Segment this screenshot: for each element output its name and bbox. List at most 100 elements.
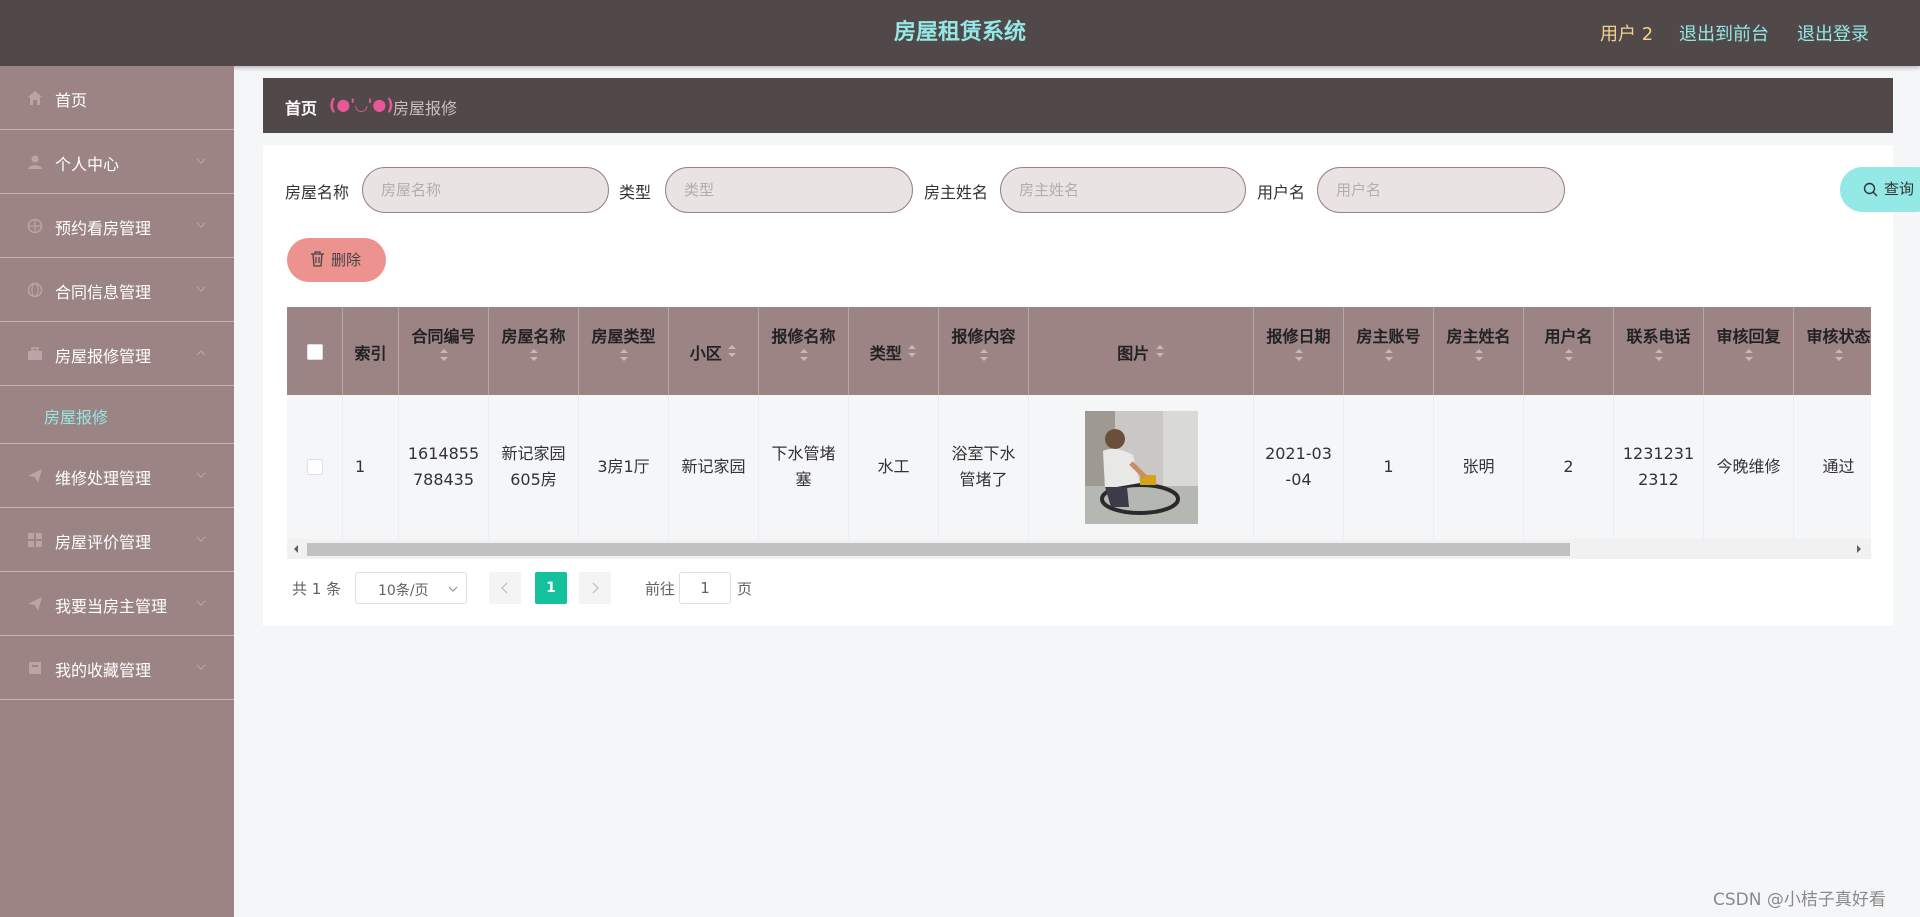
sort-icon[interactable] [529,347,539,363]
breadcrumb-separator: (●'◡'●) [329,95,394,114]
sort-icon[interactable] [979,347,989,363]
goto-label: 前往 [645,580,676,598]
cell-house-type: 3房1厅 [579,395,669,539]
sidebar-item-home[interactable]: 首页 [0,66,234,130]
row-checkbox[interactable] [306,459,323,475]
page-number-1[interactable]: 1 [535,572,567,604]
sort-icon[interactable] [1564,347,1574,363]
sidebar-item-label: 预约看房管理 [55,219,152,238]
horizontal-scrollbar[interactable] [287,539,1871,559]
home-icon [28,91,42,105]
sidebar-subitem-house-repair[interactable]: 房屋报修 [0,386,234,444]
column-header-review-reply[interactable]: 审核回复 [1704,307,1794,395]
sort-icon[interactable] [907,343,917,359]
sidebar-item-viewing-appointments[interactable]: 预约看房管理 [0,194,234,258]
sidebar-item-repair-management[interactable]: 房屋报修管理 [0,322,234,386]
sidebar-item-favorites[interactable]: 我的收藏管理 [0,636,234,700]
table-row[interactable]: 1 1614855 788435 新记家园 605房 3房1厅 新记家园 下水管… [287,395,1871,539]
filter-label-username: 用户名 [1257,183,1306,202]
sidebar-item-label: 我要当房主管理 [55,597,168,616]
column-header-repair-name[interactable]: 报修名称 [759,307,849,395]
cell-index: 1 [343,395,399,539]
select-all-checkbox[interactable] [306,344,323,360]
breadcrumb: 首页 (●'◡'●) 房屋报修 [263,78,1893,133]
select-all-cell [287,307,343,395]
breadcrumb-current: 房屋报修 [393,99,458,118]
cell-repair-name: 下水管堵 塞 [759,395,849,539]
repair-table: 索引 合同编号 房屋名称 房屋类型 小区 报修名称 类型 报修内容 图片 报修日… [287,307,1871,559]
sort-icon[interactable] [1294,347,1304,363]
sort-icon[interactable] [727,343,737,359]
repair-photo[interactable] [1084,410,1198,524]
sort-icon[interactable] [799,347,809,363]
send-icon [28,597,42,611]
sort-icon[interactable] [1834,347,1844,363]
sidebar-item-become-landlord[interactable]: 我要当房主管理 [0,572,234,636]
chevron-left-icon [501,582,508,594]
sidebar-subitem-label: 房屋报修 [44,408,109,427]
username-input[interactable]: 用户名 [1317,167,1565,213]
house-name-input[interactable]: 房屋名称 [362,167,609,213]
column-header-owner-name[interactable]: 房主姓名 [1434,307,1524,395]
briefcase-icon [28,347,42,360]
scrollbar-thumb[interactable] [307,543,1570,556]
type-input[interactable]: 类型 [665,167,913,213]
query-button[interactable]: 查询 [1840,167,1920,212]
column-header-repair-date[interactable]: 报修日期 [1254,307,1344,395]
delete-button[interactable]: 删除 [287,238,386,282]
column-header-house-name[interactable]: 房屋名称 [489,307,579,395]
filter-label-house-name: 房屋名称 [285,183,350,202]
sidebar-item-label: 首页 [55,91,88,110]
column-header-contract-no[interactable]: 合同编号 [399,307,489,395]
sidebar-item-contracts[interactable]: 合同信息管理 [0,258,234,322]
sort-icon[interactable] [1654,347,1664,363]
user-icon [28,155,42,169]
globe-icon [27,282,43,298]
column-header-phone[interactable]: 联系电话 [1614,307,1704,395]
sidebar-item-reviews[interactable]: 房屋评价管理 [0,508,234,572]
column-header-username[interactable]: 用户名 [1524,307,1614,395]
column-header-repair-content[interactable]: 报修内容 [939,307,1029,395]
goto-page-input[interactable]: 1 [679,572,731,604]
chevron-up-icon [196,350,206,356]
cell-type: 水工 [849,395,939,539]
cell-repair-date: 2021-03 -04 [1254,395,1344,539]
cell-phone: 1231231 2312 [1614,395,1704,539]
box-icon [29,662,41,674]
csdn-watermark: CSDN @小桔子真好看 [1713,890,1886,910]
sort-icon[interactable] [1474,347,1484,363]
column-header-index[interactable]: 索引 [343,307,399,395]
sidebar-item-maintenance[interactable]: 维修处理管理 [0,444,234,508]
delete-button-label: 删除 [331,251,362,269]
sidebar-item-label: 个人中心 [55,155,120,174]
column-header-image[interactable]: 图片 [1029,307,1254,395]
table-header: 索引 合同编号 房屋名称 房屋类型 小区 报修名称 类型 报修内容 图片 报修日… [287,307,1871,395]
sort-icon[interactable] [1384,347,1394,363]
column-header-house-type[interactable]: 房屋类型 [579,307,669,395]
cell-owner-name: 张明 [1434,395,1524,539]
page-size-value: 10条/页 [378,583,429,599]
sort-icon[interactable] [619,347,629,363]
scroll-left-icon[interactable] [292,544,300,554]
sidebar-item-label: 房屋报修管理 [55,347,152,366]
prev-page-button[interactable] [489,572,521,604]
grid-icon [28,533,42,547]
breadcrumb-home[interactable]: 首页 [285,95,317,119]
owner-name-input[interactable]: 房主姓名 [1000,167,1246,213]
sidebar-item-personal-center[interactable]: 个人中心 [0,130,234,194]
next-page-button[interactable] [579,572,611,604]
sort-icon[interactable] [439,347,449,363]
column-header-review-status[interactable]: 审核状态 [1794,307,1871,395]
top-bar: 房屋租赁系统 用户 2 退出到前台 退出登录 [0,0,1920,66]
scroll-right-icon[interactable] [1855,544,1863,554]
sort-icon[interactable] [1155,343,1165,359]
logout-link[interactable]: 退出登录 [1797,20,1869,46]
column-header-community[interactable]: 小区 [669,307,759,395]
exit-to-front-link[interactable]: 退出到前台 [1679,20,1769,46]
column-header-type[interactable]: 类型 [849,307,939,395]
chevron-right-icon [592,582,599,594]
sort-icon[interactable] [1744,347,1754,363]
sidebar-item-label: 房屋评价管理 [55,533,152,552]
page-size-select[interactable]: 10条/页 [355,572,467,604]
column-header-owner-account[interactable]: 房主账号 [1344,307,1434,395]
